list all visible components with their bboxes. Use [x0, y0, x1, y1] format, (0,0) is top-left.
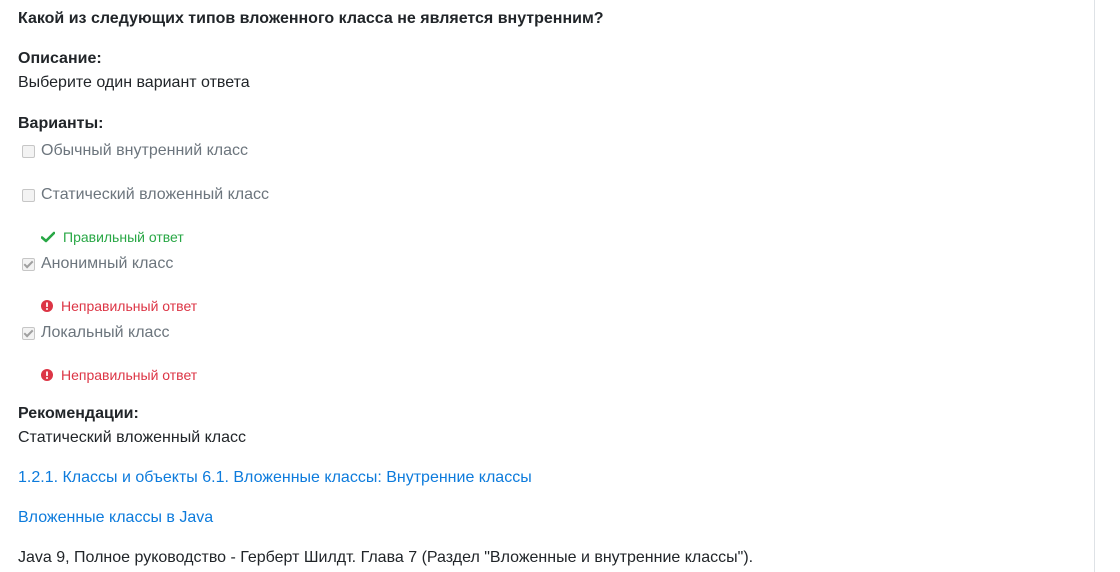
- option-1-label: Обычный внутренний класс: [41, 142, 249, 159]
- recommendation-link-2[interactable]: Вложенные классы в Java: [18, 508, 213, 528]
- description-text: Выберите один вариант ответа: [18, 74, 250, 91]
- recommendation-answer: Статический вложенный класс: [18, 429, 247, 446]
- option-4-checkbox[interactable]: [22, 326, 35, 340]
- check-icon: [41, 231, 55, 243]
- feedback-incorrect-2: Неправильный ответ: [41, 366, 197, 384]
- option-2-checkbox[interactable]: [22, 188, 35, 202]
- description-heading: Описание:: [18, 50, 102, 67]
- option-1[interactable]: Обычный внутренний класс: [18, 141, 248, 161]
- exclamation-circle-icon: [41, 300, 53, 312]
- options-heading: Варианты:: [18, 115, 104, 132]
- option-1-checkbox[interactable]: [22, 144, 35, 158]
- feedback-incorrect-1: Неправильный ответ: [41, 297, 197, 315]
- option-4-label: Локальный класс: [41, 324, 170, 341]
- option-2-label: Статический вложенный класс: [41, 186, 270, 203]
- feedback-correct: Правильный ответ: [41, 228, 184, 246]
- option-3-label: Анонимный класс: [41, 255, 174, 272]
- feedback-incorrect-1-text: Неправильный ответ: [61, 298, 198, 314]
- reference-text: Java 9, Полное руководство - Герберт Шил…: [18, 549, 754, 566]
- feedback-correct-text: Правильный ответ: [63, 229, 184, 245]
- option-2[interactable]: Статический вложенный класс: [18, 185, 269, 205]
- recommendations-heading: Рекомендации:: [18, 405, 139, 422]
- recommendation-link-1[interactable]: 1.2.1. Классы и объекты 6.1. Вложенные к…: [18, 468, 532, 488]
- exclamation-circle-icon: [41, 369, 53, 381]
- feedback-incorrect-2-text: Неправильный ответ: [61, 367, 198, 383]
- panel-border: [1094, 0, 1095, 572]
- option-3-checkbox[interactable]: [22, 257, 35, 271]
- option-3[interactable]: Анонимный класс: [18, 254, 173, 274]
- question-title: Какой из следующих типов вложенного клас…: [18, 10, 604, 27]
- option-4[interactable]: Локальный класс: [18, 323, 169, 343]
